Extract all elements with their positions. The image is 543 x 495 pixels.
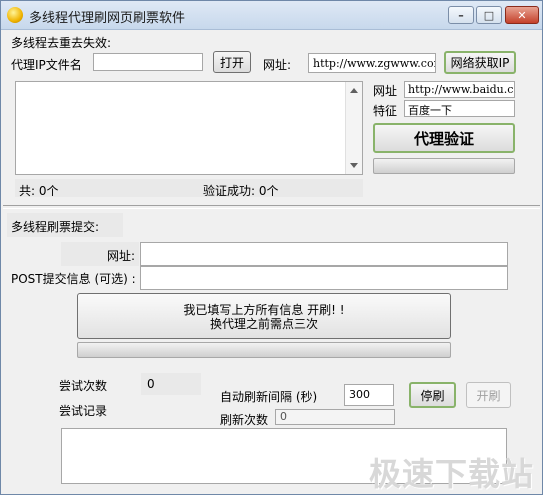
verify-url-label: 网址 (373, 84, 398, 98)
submit-url-input[interactable] (140, 242, 508, 266)
feature-label: 特征 (373, 104, 398, 118)
status-strip (15, 179, 363, 197)
minimize-icon: – (458, 8, 464, 22)
verify-url-input[interactable]: http://www.baidu.c (404, 81, 515, 98)
submit-progress-bar (77, 342, 451, 358)
title-bar[interactable]: 多线程代理刷网页刷票软件 – □ ✕ (1, 1, 542, 30)
open-file-button[interactable]: 打开 (213, 51, 251, 73)
submit-url-label: 网址: (107, 249, 136, 263)
start-submit-line2: 换代理之前需点三次 (209, 317, 318, 331)
proxy-url-label: 网址: (263, 58, 292, 72)
submit-section-header: 多线程刷票提交: (11, 220, 100, 234)
refresh-count-label: 刷新次数 (220, 413, 269, 427)
proxy-file-input[interactable] (93, 53, 203, 71)
verify-progress-bar (373, 158, 515, 174)
section-divider (3, 205, 540, 209)
proxy-section-header: 多线程去重去失效: (11, 36, 112, 50)
total-count-label: 共: 0个 (19, 184, 59, 198)
attempts-label: 尝试次数 (59, 379, 108, 393)
attempts-value: 0 (147, 377, 155, 391)
start-submit-button[interactable]: 我已填写上方所有信息 开刷! ! 换代理之前需点三次 (77, 293, 451, 339)
proxy-url-input[interactable]: http://www.zgwww.com/ (308, 53, 436, 73)
scroll-down-icon[interactable] (350, 163, 358, 168)
refresh-interval-label: 自动刷新间隔 (秒) (220, 390, 318, 404)
start-submit-line1: 我已填写上方所有信息 开刷! ! (183, 303, 345, 317)
app-icon (7, 7, 23, 23)
feature-input[interactable]: 百度一下 (404, 100, 515, 117)
app-window: 多线程代理刷网页刷票软件 – □ ✕ 多线程去重去失效: 代理IP文件名 打开 … (0, 0, 543, 495)
window-title: 多线程代理刷网页刷票软件 (29, 11, 186, 26)
scroll-up-icon[interactable] (350, 88, 358, 93)
proxy-file-label: 代理IP文件名 (11, 58, 82, 72)
stop-refresh-button[interactable]: 停刷 (409, 382, 456, 408)
proxy-list[interactable] (15, 81, 363, 175)
close-button[interactable]: ✕ (505, 6, 539, 24)
fetch-ip-button[interactable]: 网络获取IP (444, 51, 516, 74)
verified-count-label: 验证成功: 0个 (203, 184, 279, 198)
post-data-input[interactable] (140, 266, 508, 290)
post-data-label: POST提交信息 (可选) : (11, 272, 136, 286)
watermark-text: 极速下载站 (369, 455, 535, 493)
verify-proxy-button[interactable]: 代理验证 (373, 123, 515, 153)
maximize-button[interactable]: □ (476, 6, 502, 24)
refresh-interval-input[interactable]: 300 (344, 384, 394, 406)
proxy-list-scrollbar[interactable] (345, 82, 362, 174)
maximize-icon: □ (483, 8, 495, 22)
attempt-log-label: 尝试记录 (59, 404, 108, 418)
close-icon: ✕ (517, 8, 527, 22)
minimize-button[interactable]: – (448, 6, 474, 24)
start-refresh-button: 开刷 (466, 382, 511, 408)
refresh-count-field: 0 (275, 409, 395, 425)
